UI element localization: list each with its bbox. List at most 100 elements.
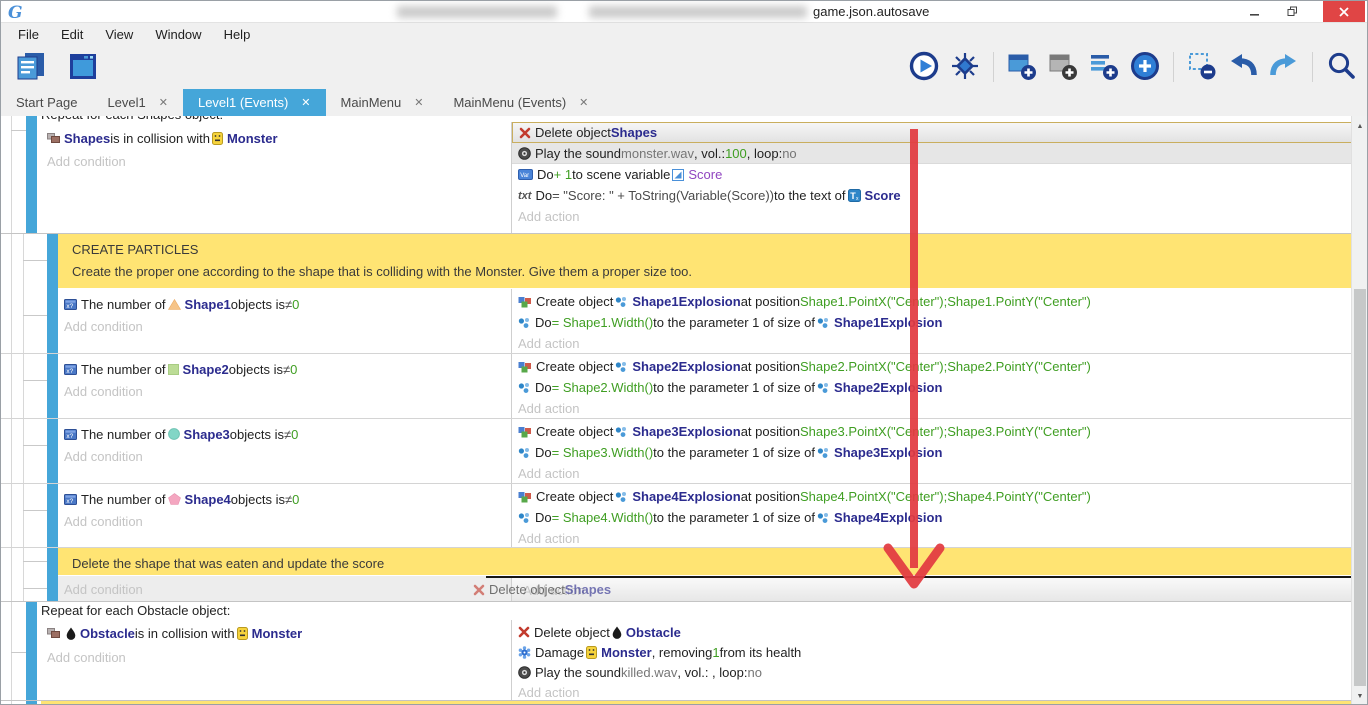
- collision-icon: [47, 627, 60, 639]
- action-row[interactable]: Do = Shape1.Width() to the parameter 1 o…: [512, 312, 1353, 333]
- indent-guide-line: [11, 116, 12, 233]
- text-segment: Play the sound: [535, 665, 621, 680]
- add-action-button[interactable]: Add action: [512, 682, 1353, 702]
- action-row[interactable]: Create object Shape4Explosion at positio…: [512, 486, 1353, 507]
- add-action-button[interactable]: Add action: [512, 398, 1353, 418]
- restore-button[interactable]: [1276, 1, 1308, 22]
- indent-guide-line: [11, 484, 12, 547]
- event-indent-bar: [47, 289, 58, 353]
- add-condition-button[interactable]: Add condition: [58, 579, 511, 599]
- drag-drop-row[interactable]: Add conditionAdd actionDelete object Sha…: [1, 576, 1353, 602]
- event-block[interactable]: x?The number of Shape3 objects is ≠ 0Add…: [1, 419, 1353, 484]
- action-row[interactable]: Do = Shape4.Width() to the parameter 1 o…: [512, 507, 1353, 528]
- toolbar-add-subevent-button[interactable]: [1045, 48, 1081, 86]
- text-segment: 0: [292, 492, 299, 507]
- menu-edit[interactable]: Edit: [50, 27, 94, 42]
- toolbar-debug-button[interactable]: [947, 48, 983, 86]
- action-row[interactable]: Delete object Shapes: [512, 122, 1353, 143]
- action-row[interactable]: Create object Shape2Explosion at positio…: [512, 356, 1353, 377]
- event-header-text[interactable]: Repeat for each Obstacle object:: [1, 602, 1353, 620]
- condition-row[interactable]: x?The number of Shape4 objects is ≠ 0: [58, 489, 511, 509]
- event-block[interactable]: Repeat for each Shapes object:Shapes is …: [1, 116, 1353, 234]
- toolbar-add-event-button[interactable]: [1004, 48, 1040, 86]
- condition-row[interactable]: x?The number of Shape2 objects is ≠ 0: [58, 359, 511, 379]
- toolbar-add-comment-button[interactable]: [1086, 48, 1122, 86]
- condition-row[interactable]: Obstacle is in collision with Monster: [41, 623, 511, 643]
- menu-help[interactable]: Help: [213, 27, 262, 42]
- condition-row[interactable]: x?The number of Shape3 objects is ≠ 0: [58, 424, 511, 444]
- tab-level1-events-[interactable]: Level1 (Events)✕: [183, 89, 326, 116]
- text-segment: Shapes: [64, 131, 110, 146]
- action-row[interactable]: Do = Shape3.Width() to the parameter 1 o…: [512, 442, 1353, 463]
- comment-text[interactable]: Delete the shape that was eaten and upda…: [58, 548, 1353, 575]
- comment-block[interactable]: CREATE PARTICLESCreate the proper one ac…: [1, 234, 1353, 289]
- text-segment: at position: [741, 359, 800, 374]
- scroll-up-button[interactable]: ▲: [1352, 119, 1368, 133]
- tab-start-page[interactable]: Start Page: [1, 89, 92, 116]
- minimize-button[interactable]: [1239, 1, 1269, 22]
- add-condition-button[interactable]: Add condition: [58, 446, 511, 466]
- indent-guide-tick: [23, 380, 47, 381]
- particle-icon: [615, 426, 628, 438]
- close-icon[interactable]: ✕: [414, 96, 423, 109]
- scroll-thumb[interactable]: [1354, 289, 1366, 686]
- action-row[interactable]: Play the sound killed.wav, vol.: , loop:…: [512, 662, 1353, 682]
- toolbar-search-button[interactable]: [1323, 48, 1359, 86]
- tab-mainmenu[interactable]: MainMenu✕: [326, 89, 439, 116]
- condition-row[interactable]: Shapes is in collision with Monster: [41, 128, 511, 148]
- action-row[interactable]: Delete object Obstacle: [512, 622, 1353, 642]
- add-condition-button[interactable]: Add condition: [58, 511, 511, 531]
- text-segment: Shapes: [565, 582, 611, 597]
- event-block[interactable]: x?The number of Shape2 objects is ≠ 0Add…: [1, 354, 1353, 419]
- toolbar-add-plus-button[interactable]: [1127, 48, 1163, 86]
- close-button[interactable]: [1323, 1, 1365, 22]
- add-action-button[interactable]: Add action: [512, 333, 1353, 353]
- toolbar-play-button[interactable]: [906, 48, 942, 86]
- add-action-button[interactable]: Add action: [512, 206, 1353, 226]
- add-action-button[interactable]: Add action: [512, 528, 1353, 548]
- text-segment: The number of: [81, 492, 166, 507]
- close-icon[interactable]: ✕: [579, 96, 588, 109]
- event-block[interactable]: x?The number of Shape4 objects is ≠ 0Add…: [1, 484, 1353, 548]
- svg-text:x?: x?: [66, 368, 73, 375]
- condition-row[interactable]: x?The number of Shape1 objects is ≠ 0: [58, 294, 511, 314]
- comment-text[interactable]: CREATE PARTICLESCreate the proper one ac…: [58, 234, 1353, 288]
- toolbar-remove-event-button[interactable]: [1184, 48, 1220, 86]
- add-condition-button[interactable]: Add condition: [41, 647, 511, 667]
- menu-view[interactable]: View: [94, 27, 144, 42]
- tab-level1[interactable]: Level1✕: [92, 89, 183, 116]
- close-icon[interactable]: ✕: [159, 96, 168, 109]
- toolbar-project-manager-button[interactable]: [13, 48, 49, 86]
- menu-file[interactable]: File: [7, 27, 50, 42]
- menu-window[interactable]: Window: [144, 27, 212, 42]
- comment-block-partial[interactable]: [1, 701, 1353, 705]
- action-row[interactable]: Create object Shape3Explosion at positio…: [512, 421, 1353, 442]
- action-row[interactable]: VarDo + 1 to scene variable Score: [512, 164, 1353, 185]
- events-sheet: Repeat for each Shapes object:Shapes is …: [1, 116, 1353, 705]
- text-segment: , loop:: [747, 146, 782, 161]
- action-row[interactable]: txtDo = "Score: " + ToString(Variable(Sc…: [512, 185, 1353, 206]
- close-icon[interactable]: ✕: [301, 96, 310, 109]
- scrollbar[interactable]: ▲ ▼: [1351, 116, 1367, 705]
- text-segment: Play the sound: [535, 146, 621, 161]
- action-row[interactable]: Damage Monster, removing 1 from its heal…: [512, 642, 1353, 662]
- add-action-button[interactable]: Add action: [512, 463, 1353, 483]
- add-condition-button[interactable]: Add condition: [41, 151, 511, 171]
- toolbar-scene-editor-button[interactable]: [65, 48, 101, 86]
- comment-block[interactable]: Delete the shape that was eaten and upda…: [1, 548, 1353, 576]
- action-row[interactable]: Do = Shape2.Width() to the parameter 1 o…: [512, 377, 1353, 398]
- text-segment: is in collision with: [110, 131, 210, 146]
- add-condition-button[interactable]: Add condition: [58, 381, 511, 401]
- add-condition-button[interactable]: Add condition: [58, 316, 511, 336]
- delete-icon: [473, 584, 485, 596]
- action-row[interactable]: Play the sound monster.wav, vol.: 100, l…: [512, 143, 1353, 164]
- tab-mainmenu-events-[interactable]: MainMenu (Events)✕: [438, 89, 603, 116]
- action-row[interactable]: Create object Shape1Explosion at positio…: [512, 291, 1353, 312]
- text-segment: objects is: [231, 297, 285, 312]
- scroll-down-button[interactable]: ▼: [1352, 689, 1368, 703]
- event-block[interactable]: x?The number of Shape1 objects is ≠ 0Add…: [1, 289, 1353, 354]
- toolbar-undo-button[interactable]: [1225, 48, 1261, 86]
- event-block[interactable]: Repeat for each Obstacle object: Obstacle…: [1, 602, 1353, 701]
- toolbar-redo-button[interactable]: [1266, 48, 1302, 86]
- actions-cell: Create object Shape1Explosion at positio…: [511, 289, 1353, 353]
